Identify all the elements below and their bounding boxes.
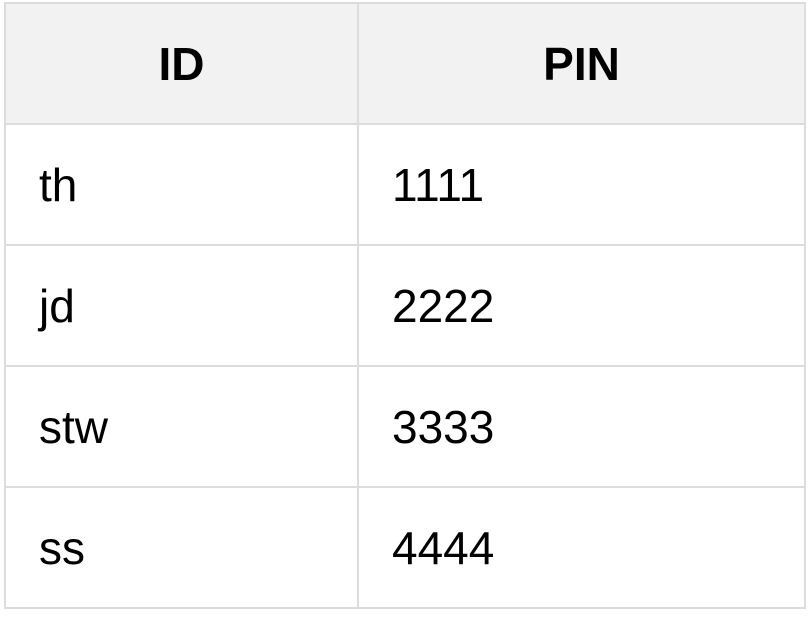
- column-header-pin: PIN: [357, 2, 806, 125]
- cell-id: th: [4, 123, 359, 246]
- cell-id: jd: [4, 244, 359, 367]
- header-row: ID PIN: [4, 2, 806, 125]
- data-table-container: ID PIN th 1111 jd 2222 stw 3333 ss 4444: [4, 2, 806, 609]
- cell-pin: 1111: [357, 123, 806, 246]
- table-header: ID PIN: [4, 2, 806, 125]
- table-row: jd 2222: [4, 244, 806, 367]
- table-row: stw 3333: [4, 365, 806, 488]
- table-row: th 1111: [4, 123, 806, 246]
- table-body: th 1111 jd 2222 stw 3333 ss 4444: [4, 123, 806, 609]
- cell-pin: 4444: [357, 486, 806, 609]
- cell-id: ss: [4, 486, 359, 609]
- cell-id: stw: [4, 365, 359, 488]
- cell-pin: 2222: [357, 244, 806, 367]
- credentials-table: ID PIN th 1111 jd 2222 stw 3333 ss 4444: [4, 2, 806, 609]
- table-row: ss 4444: [4, 486, 806, 609]
- cell-pin: 3333: [357, 365, 806, 488]
- column-header-id: ID: [4, 2, 359, 125]
